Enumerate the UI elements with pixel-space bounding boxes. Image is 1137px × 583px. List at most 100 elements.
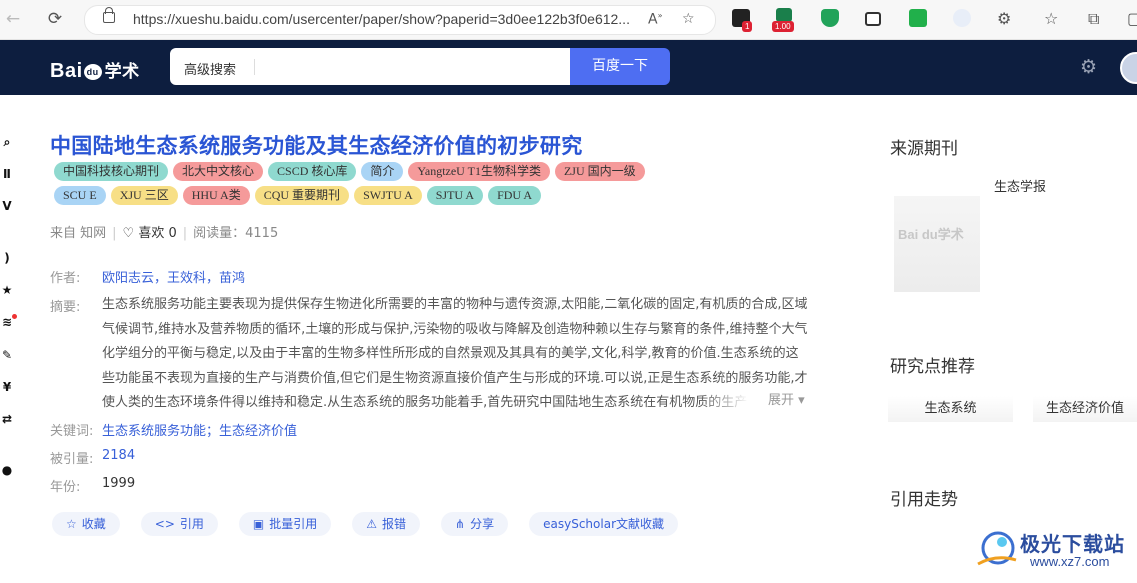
search-icon[interactable]: ⌕ [0,135,14,150]
recommendation-title: 研究点推荐 [890,357,975,377]
yen-icon[interactable]: ¥ [0,380,14,394]
reads-count: 4115 [245,226,279,241]
baidu-scholar-logo[interactable]: Bai du 学术 [50,57,140,83]
action-button[interactable]: <> 引用 [140,512,218,536]
action-label: 报错 [382,517,407,531]
action-icon: ⚠ [366,517,378,531]
left-toolbar: ⌕ Ⅱ V ) ★ ≋ ✎ ¥ ⇄ ● [0,95,17,579]
read-aloud-icon[interactable]: A» [648,11,662,28]
journal-tag[interactable]: 北大中文核心 [173,162,264,181]
action-icon: ▣ [252,517,265,531]
recommendation-item-1[interactable]: 生态系统 [888,396,1013,422]
action-button[interactable]: ⋔ 分享 [441,512,509,536]
logo-text: Bai [50,60,83,82]
journal-tag[interactable]: 简介 [361,162,404,181]
tab-actions-icon[interactable]: ▢ [1127,9,1137,29]
cited-label: 被引量: [50,452,94,467]
extension-badge-2: 1.00 [772,21,794,32]
paw-icon: du [83,64,102,80]
action-button[interactable]: ☆ 收藏 [52,512,120,536]
shield-extension-icon[interactable] [821,9,839,27]
action-icon: ⋔ [455,517,466,531]
watermark-logo-icon [977,531,1017,566]
journal-tag[interactable]: HHU A类 [182,186,250,205]
gear-icon[interactable]: ⚙ [1080,57,1097,77]
journal-tag[interactable]: SJTU A [426,186,484,205]
year-value: 1999 [102,476,136,491]
star-icon[interactable]: ★ [0,283,14,297]
search-divider [254,59,255,75]
journal-tag[interactable]: SCU E [54,186,106,205]
cover-logo: Bai du学术 [898,227,964,242]
library-icon[interactable]: Ⅱ [0,167,14,181]
extension-icon-2[interactable] [776,8,792,22]
action-bar: ☆ 收藏 <> 引用 ▣ 批量引用 ⚠ 报错 ⋔ 分享 easyScholar文献收藏 [52,512,699,536]
like-count: 喜欢 0 [138,226,177,241]
keywords-links[interactable]: 生态系统服务功能；生态经济价值 [102,420,297,439]
cited-count[interactable]: 2184 [102,448,135,463]
url-text[interactable]: https://xueshu.baidu.com/usercenter/pape… [133,11,630,27]
reload-icon[interactable]: ⟳ [44,8,66,30]
watermark-text: 极光下载站 [1020,532,1125,556]
paper-title[interactable]: 中国陆地生态系统服务功能及其生态经济价值的初步研究 [50,130,583,160]
authors-links[interactable]: 欧阳志云，王效科，苗鸿 [102,267,245,286]
extensions-puzzle-icon[interactable]: ⚙ [997,9,1011,29]
sync-icon[interactable]: ⇄ [0,412,14,426]
journal-tag[interactable]: FDU A [488,186,542,205]
reads-label: 阅读量： [193,226,246,241]
journal-tag[interactable]: SWJTU A [354,186,422,205]
user-icon[interactable]: ● [0,463,14,477]
search-button[interactable]: 百度一下 [570,48,670,85]
source-text: 来自 知网 [50,226,107,241]
search-box[interactable]: 高级搜索 [170,48,570,85]
advanced-search-link[interactable]: 高级搜索 [184,59,236,78]
expand-label: 展开 [768,393,795,408]
year-label: 年份: [50,480,81,495]
browser-toolbar: ← ⟳ https://xueshu.baidu.com/usercenter/… [0,0,1137,40]
journal-name[interactable]: 生态学报 [994,176,1046,195]
action-label: 引用 [179,517,204,531]
action-label: 分享 [470,517,495,531]
lock-icon [103,7,115,23]
source-journal-title: 来源期刊 [890,139,958,159]
extension-badge-1: 1 [742,21,753,32]
v-icon[interactable]: V [0,199,14,213]
action-label: 批量引用 [269,517,318,531]
picture-in-picture-icon[interactable] [865,12,881,26]
action-icon: ☆ [66,517,77,531]
journal-cover[interactable]: Bai du学术 [894,196,980,292]
notification-dot [12,314,17,319]
journal-tags: 中国科技核心期刊 北大中文核心 CSCD 核心库 简介 YangtzeU T1生物科学类… [54,160,744,208]
like-button[interactable]: ♡ 喜欢 0 [123,226,177,241]
journal-tag[interactable]: CSCD 核心库 [268,162,357,181]
keywords-label: 关键词: [50,424,94,439]
feed-icon[interactable]: ) [0,251,14,265]
edit-icon[interactable]: ✎ [0,348,14,362]
recommendation-item-2[interactable]: 生态经济价值 [1033,396,1137,422]
chevron-down-icon: ▾ [798,393,805,408]
extension-icon-3[interactable] [909,9,927,27]
address-bar[interactable]: https://xueshu.baidu.com/usercenter/pape… [84,5,716,35]
avatar[interactable] [1120,52,1137,84]
action-label: 收藏 [81,517,106,531]
favorite-star-icon[interactable]: ☆ [682,11,695,27]
action-button[interactable]: easyScholar文献收藏 [529,512,678,536]
expand-button[interactable]: 展开 ▾ [768,389,805,408]
abstract-label: 摘要: [50,300,81,315]
action-button[interactable]: ⚠ 报错 [352,512,421,536]
journal-tag[interactable]: YangtzeU T1生物科学类 [408,162,550,181]
journal-tag[interactable]: 中国科技核心期刊 [54,162,169,181]
journal-tag[interactable]: ZJU 国内一级 [554,162,645,181]
watermark-url: www.xz7.com [1030,554,1110,569]
collections-icon[interactable]: ⧉ [1088,9,1099,29]
action-button[interactable]: ▣ 批量引用 [238,512,332,536]
back-icon[interactable]: ← [2,8,24,30]
logo-suffix: 学术 [104,62,140,81]
citation-trend-title: 引用走势 [890,490,958,510]
action-icon: <> [154,517,175,531]
favorites-icon[interactable]: ☆ [1044,9,1058,29]
journal-tag[interactable]: CQU 重要期刊 [254,186,350,205]
site-watermark: 极光下载站 www.xz7.com [972,524,1137,579]
journal-tag[interactable]: XJU 三区 [110,186,178,205]
extension-icon-4[interactable] [953,9,971,27]
